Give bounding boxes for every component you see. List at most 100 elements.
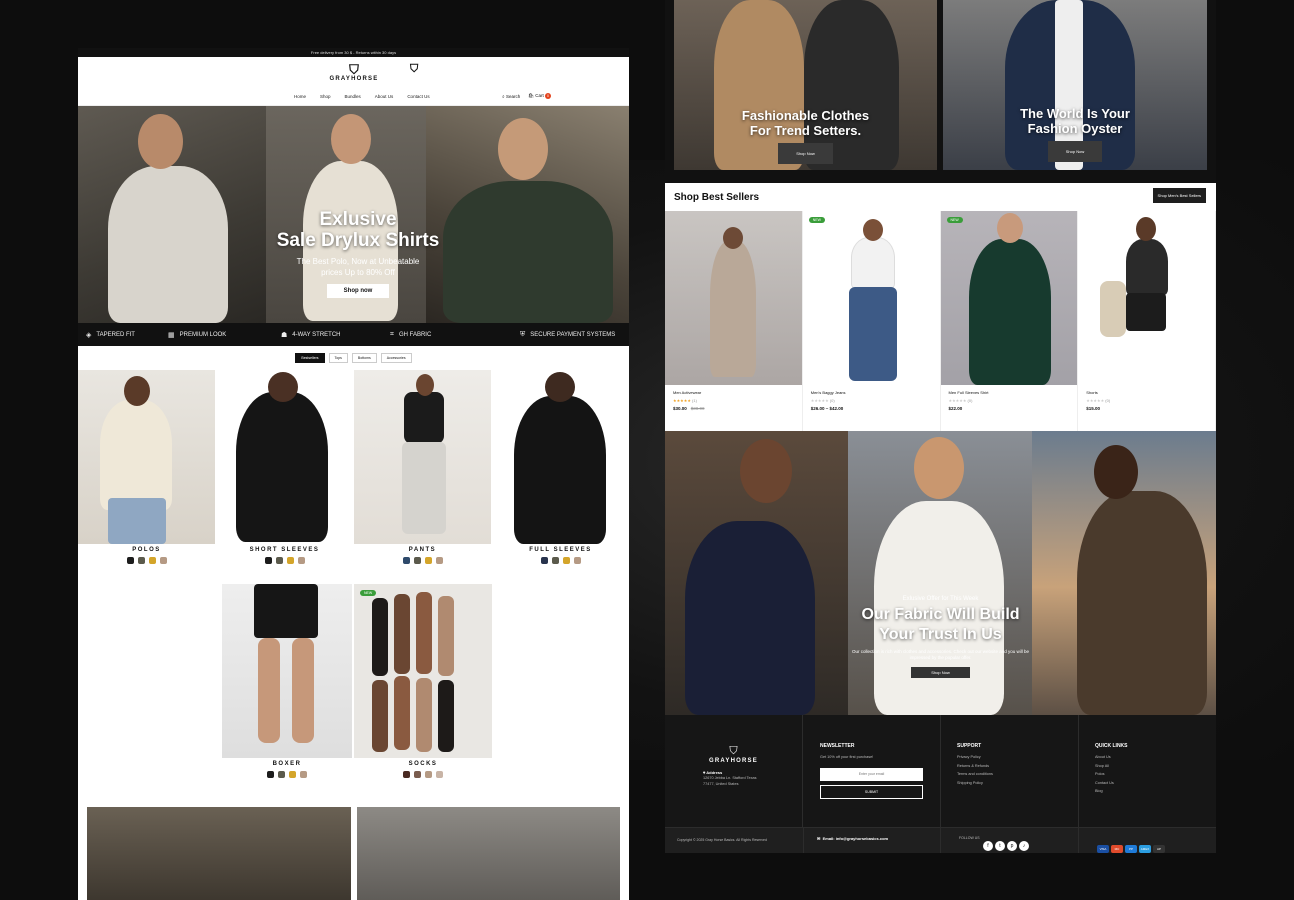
tab-bottoms[interactable]: Bottoms	[351, 353, 377, 363]
tiktok-icon[interactable]: ♪	[1019, 841, 1029, 851]
tab-accessories[interactable]: Accessories	[380, 353, 412, 363]
rating-stars: ★★★★★ (0)	[948, 398, 973, 403]
promo-shop-now-button[interactable]: Shop Now	[911, 667, 970, 678]
swatch[interactable]	[573, 557, 581, 564]
tab-bestsellers[interactable]: Bestsellers	[295, 353, 325, 363]
facebook-icon[interactable]: f	[983, 841, 993, 851]
product-name[interactable]: Men's Baggy Jeans	[811, 390, 932, 395]
lifestyle-photo-couple	[87, 807, 351, 900]
address-line1: 12670 Jebba Ln. Stafford Texas	[703, 776, 757, 780]
pinterest-icon[interactable]: p	[1007, 841, 1017, 851]
swatch[interactable]	[159, 557, 167, 564]
model-green-shirt	[968, 239, 1051, 385]
swatch[interactable]	[300, 771, 307, 778]
sock	[394, 594, 410, 674]
product-card[interactable]: NEW Men Full Sleeves Shirt ★★★★★ (0) $22…	[940, 211, 1079, 431]
model-jeans	[108, 498, 166, 544]
product-card[interactable]: Men Activewear ★★★★★ (1) $30.00 $38.00	[665, 211, 803, 431]
category-polos[interactable]: POLOS	[78, 370, 215, 564]
newsletter-title: NEWSLETTER	[820, 743, 855, 749]
product-name[interactable]: Shorts	[1086, 390, 1207, 395]
footer-link[interactable]: Shipping Policy	[957, 779, 1078, 788]
swatch[interactable]	[126, 557, 134, 564]
swatch[interactable]	[289, 771, 296, 778]
new-badge: NEW	[808, 217, 825, 223]
banner-fashion-oyster[interactable]: The World Is Your Fashion Oyster Shop No…	[943, 0, 1207, 170]
feature-fabric: ⌗ GH FABRIC	[390, 331, 431, 339]
swatch[interactable]	[540, 557, 548, 564]
swatch[interactable]	[275, 557, 283, 564]
swatch[interactable]	[137, 557, 145, 564]
banner1-shop-now-button[interactable]: Shop Now	[778, 143, 833, 164]
footer-link[interactable]: Privacy Policy	[957, 753, 1078, 762]
swatch[interactable]	[148, 557, 156, 564]
category-label: FULL SLEEVES	[529, 547, 592, 553]
swatch[interactable]	[297, 557, 305, 564]
footer-email[interactable]: Email: info@grayhorsebasics.com	[823, 836, 888, 841]
footer-link[interactable]: Polos	[1095, 770, 1216, 779]
applepay-icon: AP	[1153, 845, 1165, 853]
paypal-icon: PP	[1125, 845, 1137, 853]
nav-contact[interactable]: Contact Us	[407, 94, 429, 99]
category-pants[interactable]: PANTS	[354, 370, 491, 564]
hero-shop-now-button[interactable]: Shop now	[326, 284, 390, 298]
color-swatches	[216, 557, 353, 564]
product-card[interactable]: Shorts ★★★★★ (0) $15.00	[1078, 211, 1216, 431]
swatch[interactable]	[403, 771, 410, 778]
product-card[interactable]: NEW Men's Baggy Jeans ★★★★★ (0) $26.00 –…	[802, 211, 941, 431]
swatch[interactable]	[562, 557, 570, 564]
tab-tops[interactable]: Tops	[328, 353, 348, 363]
shop-mens-bestsellers-button[interactable]: Shop Men's Best Sellers	[1152, 188, 1206, 203]
promo-banners: Fashionable Clothes For Trend Setters. S…	[665, 0, 1216, 183]
footer-link[interactable]: About Us	[1095, 753, 1216, 762]
swatch[interactable]	[413, 557, 421, 564]
footer-logo-text: GRAYHORSE	[709, 758, 758, 764]
lifestyle-photos	[87, 807, 620, 900]
feature-label: TAPERED FIT	[96, 332, 135, 338]
product-name[interactable]: Men Full Sleeves Shirt	[949, 390, 1070, 395]
swatch[interactable]	[435, 557, 443, 564]
sock	[372, 680, 388, 752]
color-swatches	[354, 557, 491, 564]
swatch[interactable]	[286, 557, 294, 564]
product-name[interactable]: Men Activewear	[673, 390, 794, 395]
nav-bundles[interactable]: Bundles	[345, 94, 361, 99]
nav-home[interactable]: Home	[294, 94, 306, 99]
swatch[interactable]	[402, 557, 410, 564]
swatch[interactable]	[264, 557, 272, 564]
logo[interactable]: ⛉ GRAYHORSE	[329, 63, 379, 82]
footer-link[interactable]: Contact Us	[1095, 779, 1216, 788]
swatch[interactable]	[551, 557, 559, 564]
footer-link[interactable]: Terms and conditions	[957, 770, 1078, 779]
newsletter-email-input[interactable]	[820, 767, 923, 781]
product-price: $30.00 $38.00	[673, 406, 794, 411]
swatch[interactable]	[436, 771, 443, 778]
banner2-shop-now-button[interactable]: Shop Now	[1047, 141, 1103, 162]
nav-shop[interactable]: Shop	[320, 94, 331, 99]
product-image: NEW	[940, 211, 1078, 385]
twitter-icon[interactable]: t	[995, 841, 1005, 851]
model-head	[862, 219, 883, 241]
search-button[interactable]: ⌕ Search	[502, 94, 520, 99]
cart-button[interactable]: 🛍 Cart 0	[528, 93, 551, 99]
newsletter-text: Get 10% off your first purchase!	[820, 755, 874, 759]
footer-link[interactable]: Blog	[1095, 787, 1216, 796]
boxer-shorts	[254, 584, 318, 638]
banner-fashionable[interactable]: Fashionable Clothes For Trend Setters. S…	[674, 0, 937, 170]
category-boxer[interactable]: BOXER	[222, 584, 352, 778]
category-short-sleeves[interactable]: SHORT SLEEVES	[216, 370, 353, 564]
promo-title-line2: Your Trust In Us	[879, 626, 1002, 643]
nav-about[interactable]: About Us	[375, 94, 394, 99]
swatch[interactable]	[278, 771, 285, 778]
feature-tapered: ◈ TAPERED FIT	[86, 331, 135, 339]
model-head	[1136, 217, 1157, 241]
swatch[interactable]	[425, 771, 432, 778]
category-full-sleeves[interactable]: FULL SLEEVES	[492, 370, 629, 564]
newsletter-submit-button[interactable]: SUBMIT	[820, 784, 923, 799]
footer-link[interactable]: Returns & Refunds	[957, 762, 1078, 771]
category-socks[interactable]: NEW SOCKS	[354, 584, 492, 778]
swatch[interactable]	[414, 771, 421, 778]
footer-link[interactable]: Shop All	[1095, 762, 1216, 771]
swatch[interactable]	[267, 771, 274, 778]
swatch[interactable]	[424, 557, 432, 564]
